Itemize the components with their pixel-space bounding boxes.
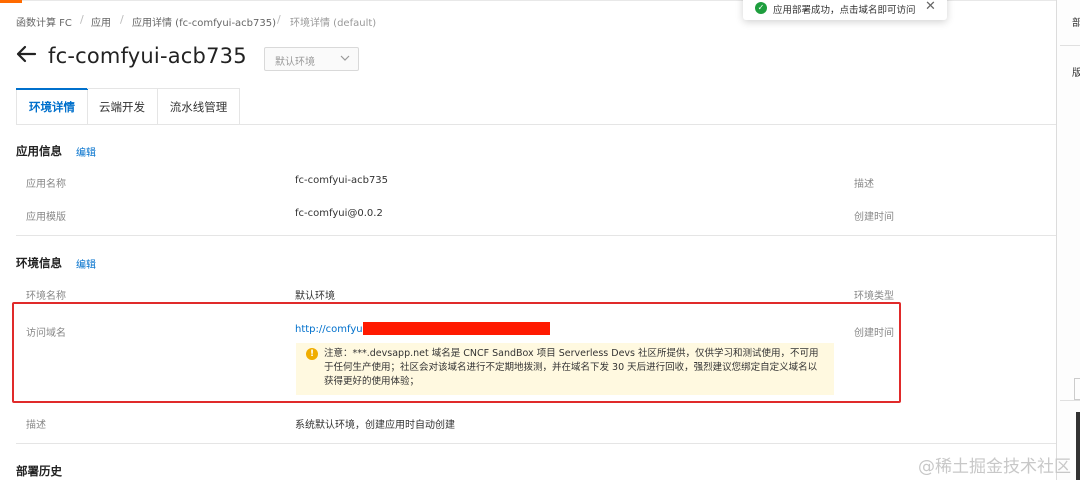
env-info-edit-link[interactable]: 编辑 — [76, 256, 96, 271]
side-panel-heading: 部 — [1072, 18, 1080, 29]
env-type-label: 环境类型 — [854, 291, 894, 302]
tab-pipeline[interactable]: 流水线管理 — [158, 88, 240, 124]
breadcrumb-item-app-detail[interactable]: 应用详情 (fc-comfyui-acb735) — [132, 14, 276, 29]
side-panel-divider — [1060, 45, 1080, 46]
env-desc-label: 描述 — [26, 420, 46, 431]
breadcrumb-separator: / — [80, 13, 84, 26]
brand-strip — [0, 0, 22, 3]
tab-bar-border — [16, 124, 1056, 125]
app-info-title: 应用信息 — [16, 144, 62, 158]
env-info-title: 环境信息 — [16, 256, 62, 270]
env-select[interactable]: 默认环境 — [264, 47, 359, 71]
page-title: fc-comfyui-acb735 — [48, 44, 247, 68]
back-arrow-icon[interactable] — [14, 42, 38, 66]
tab-env-detail[interactable]: 环境详情 — [16, 88, 88, 124]
toast-message: 应用部署成功，点击域名即可访问 — [773, 5, 916, 16]
side-panel-scrollbar[interactable] — [1076, 412, 1080, 480]
env-desc-value: 系统默认环境，创建应用时自动创建 — [295, 420, 455, 431]
success-toast: ✓ 应用部署成功，点击域名即可访问 ✕ — [743, 0, 947, 20]
breadcrumb-item-env-detail: 环境详情 (default) — [290, 18, 377, 29]
env-name-label: 环境名称 — [26, 291, 66, 302]
highlight-box — [12, 302, 901, 403]
app-name-label: 应用名称 — [26, 179, 66, 190]
description-label: 描述 — [854, 179, 874, 190]
app-template-label: 应用模版 — [26, 212, 66, 223]
watermark: @稀土掘金技术社区 — [918, 457, 1071, 477]
breadcrumb-item-apps[interactable]: 应用 — [91, 14, 111, 29]
side-panel-divider — [1060, 400, 1080, 401]
side-panel-input[interactable] — [1074, 378, 1080, 400]
env-name-value: 默认环境 — [295, 291, 335, 302]
breadcrumb-separator: / — [120, 13, 124, 26]
check-circle-icon: ✓ — [755, 2, 767, 14]
breadcrumb-item-fc[interactable]: 函数计算 FC — [16, 14, 72, 29]
side-panel-label: 版 — [1072, 68, 1080, 79]
created-time-label: 创建时间 — [854, 212, 894, 223]
tab-cloud-dev[interactable]: 云端开发 — [87, 88, 158, 124]
section-divider — [16, 235, 1056, 236]
app-name-value: fc-comfyui-acb735 — [295, 175, 389, 186]
close-icon[interactable]: ✕ — [925, 0, 936, 14]
side-panel-border — [1056, 0, 1057, 480]
chevron-down-icon — [340, 53, 350, 66]
section-divider — [16, 443, 1056, 444]
app-template-value: fc-comfyui@0.0.2 — [295, 208, 383, 219]
breadcrumb-separator: / — [277, 13, 281, 26]
app-info-edit-link[interactable]: 编辑 — [76, 144, 96, 159]
deploy-history-title: 部署历史 — [16, 464, 62, 478]
env-select-value: 默认环境 — [275, 57, 315, 68]
